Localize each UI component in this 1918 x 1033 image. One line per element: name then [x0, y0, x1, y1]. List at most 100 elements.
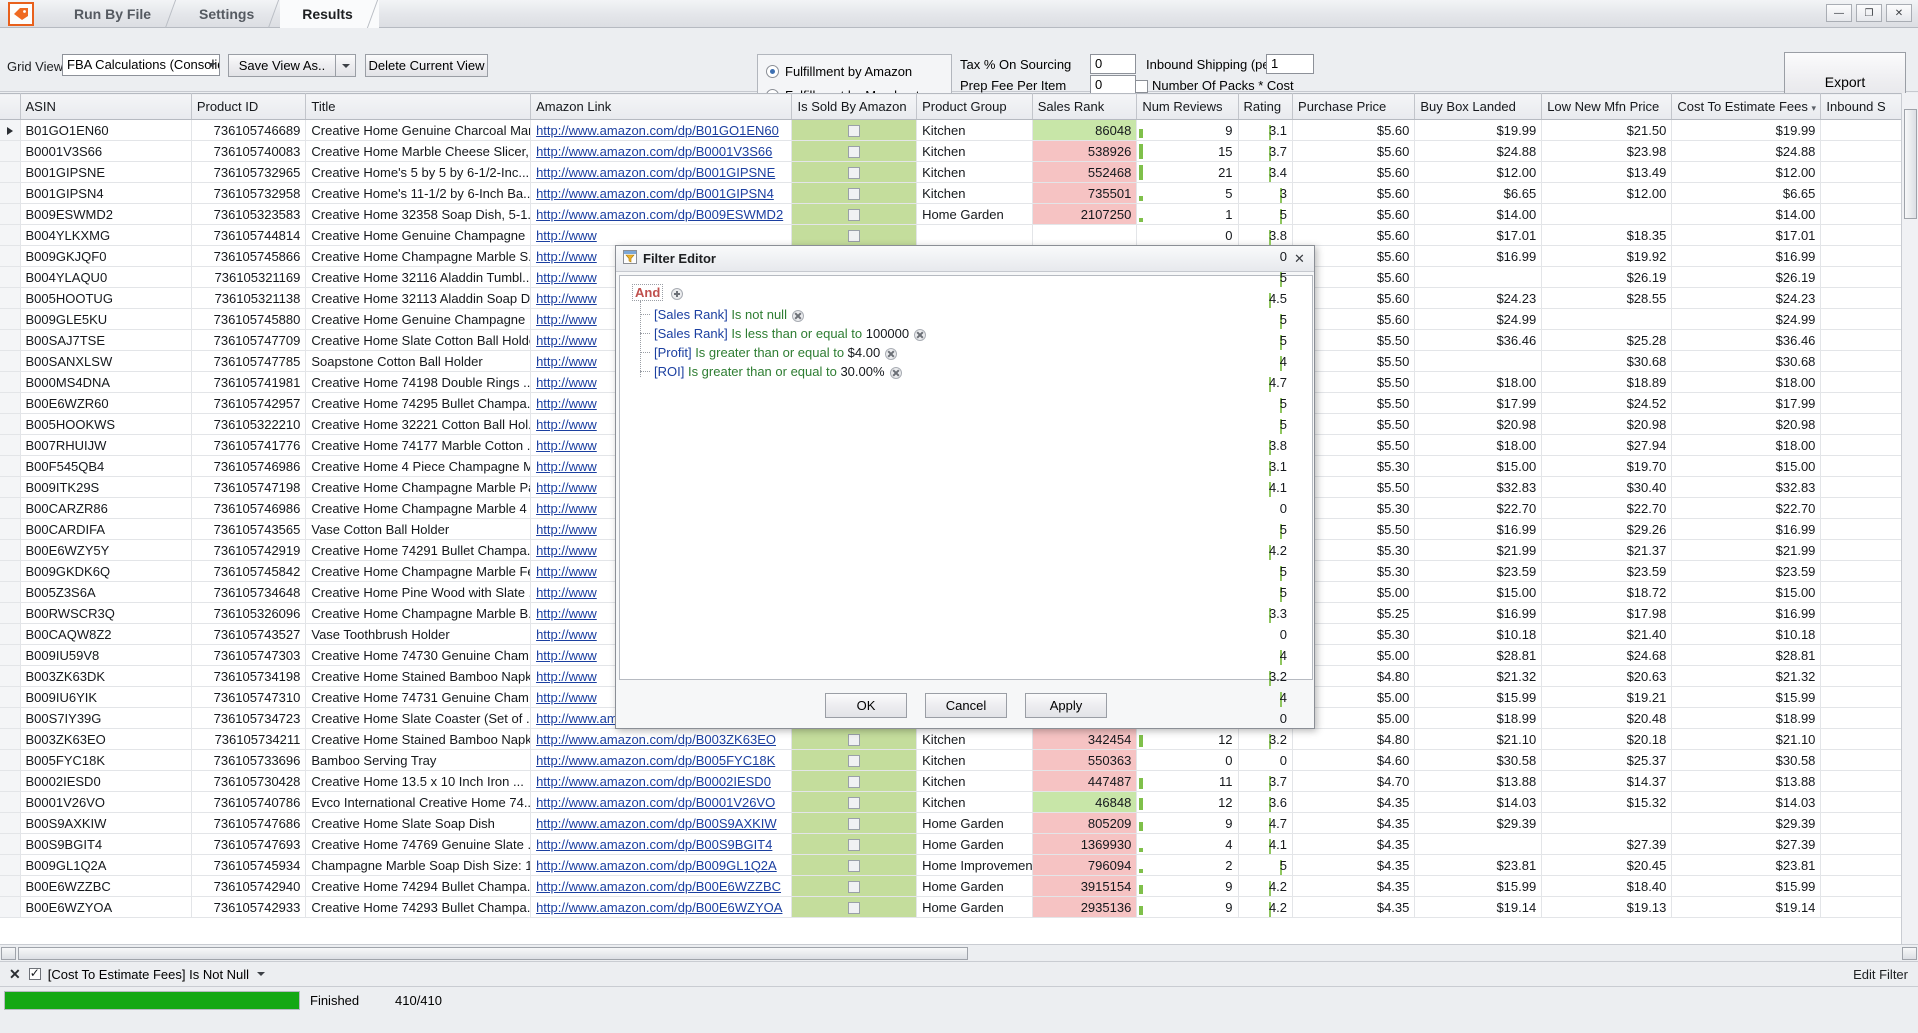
- amazon-link[interactable]: http://www: [536, 291, 597, 306]
- tab-settings[interactable]: Settings: [177, 0, 280, 28]
- amazon-link[interactable]: http://www: [536, 480, 597, 495]
- cell-is-sold-by-amazon[interactable]: [791, 140, 918, 162]
- is-sold-by-amazon-checkbox[interactable]: [848, 797, 861, 810]
- row-indicator[interactable]: [0, 266, 21, 288]
- row-indicator[interactable]: [0, 665, 21, 687]
- cell-amazon-link[interactable]: http://www.amazon.com/dp/B009GL1Q2A: [530, 854, 793, 876]
- row-indicator[interactable]: [0, 245, 21, 267]
- row-indicator[interactable]: [0, 161, 21, 183]
- cell-amazon-link[interactable]: http://www.amazon.com/dp/B00S9AXKIW: [530, 812, 793, 834]
- amazon-link[interactable]: http://www.amazon.com/dp/B005FYC18K: [536, 753, 775, 768]
- radio-fulfillment-by-amazon[interactable]: Fulfillment by Amazon: [766, 64, 912, 79]
- cell-is-sold-by-amazon[interactable]: [791, 770, 918, 792]
- filter-condition[interactable]: [ROI] Is greater than or equal to 30.00%: [640, 362, 1312, 381]
- cell-amazon-link[interactable]: http://www.amazon.com/dp/B001GIPSN4: [530, 182, 793, 204]
- column-header-asin[interactable]: ASIN: [20, 93, 192, 120]
- amazon-link[interactable]: http://www: [536, 564, 597, 579]
- table-row[interactable]: B003ZK63EO 736105734211 Creative Home Stai…: [0, 728, 1918, 750]
- row-indicator[interactable]: [0, 812, 21, 834]
- amazon-link[interactable]: http://www.amazon.com/dp/B009GL1Q2A: [536, 858, 777, 873]
- filter-condition[interactable]: [Sales Rank] Is not null: [640, 305, 1312, 324]
- table-row[interactable]: B0001V3S66 736105740083 Creative Home Marb…: [0, 140, 1918, 162]
- vertical-scrollbar[interactable]: [1901, 93, 1918, 944]
- filter-editor-dialog[interactable]: Filter Editor ✕ And [Sales Rank] Is not …: [615, 245, 1315, 729]
- minimize-button[interactable]: —: [1826, 4, 1852, 22]
- number-of-packs-checkbox[interactable]: [1135, 80, 1148, 93]
- remove-condition-icon[interactable]: [791, 309, 804, 322]
- amazon-link[interactable]: http://www: [536, 606, 597, 621]
- column-header-buy-box-landed[interactable]: Buy Box Landed: [1414, 93, 1543, 120]
- cell-amazon-link[interactable]: http://www.amazon.com/dp/B003ZK63EO: [530, 728, 793, 750]
- column-header-purchase-price[interactable]: Purchase Price: [1292, 93, 1416, 120]
- remove-condition-icon[interactable]: [889, 366, 902, 379]
- scroll-right-button[interactable]: [1902, 947, 1917, 960]
- row-indicator[interactable]: [0, 350, 21, 372]
- row-indicator[interactable]: [0, 896, 21, 918]
- amazon-link[interactable]: http://www: [536, 396, 597, 411]
- dialog-title-bar[interactable]: Filter Editor ✕: [616, 246, 1314, 272]
- amazon-link[interactable]: http://www: [536, 312, 597, 327]
- amazon-link[interactable]: http://www: [536, 438, 597, 453]
- cell-amazon-link[interactable]: http://www.amazon.com/dp/B001GIPSNE: [530, 161, 793, 183]
- vertical-scrollbar-thumb[interactable]: [1904, 109, 1917, 219]
- amazon-link[interactable]: http://www.amazon.com/dp/B001GIPSNE: [536, 165, 775, 180]
- cell-is-sold-by-amazon[interactable]: [791, 812, 918, 834]
- row-indicator[interactable]: [0, 497, 21, 519]
- is-sold-by-amazon-checkbox[interactable]: [848, 839, 861, 852]
- table-row[interactable]: B004YLKXMG 736105744814 Creative Home Genu…: [0, 224, 1918, 246]
- cell-is-sold-by-amazon[interactable]: [791, 833, 918, 855]
- filter-condition[interactable]: [Profit] Is greater than or equal to $4.…: [640, 343, 1312, 362]
- row-indicator[interactable]: [0, 140, 21, 162]
- row-indicator[interactable]: [0, 749, 21, 771]
- row-indicator[interactable]: [0, 224, 21, 246]
- amazon-link[interactable]: http://www: [536, 249, 597, 264]
- cell-amazon-link[interactable]: http://www.amazon.com/dp/B0001V3S66: [530, 140, 793, 162]
- row-indicator[interactable]: [0, 686, 21, 708]
- cell-is-sold-by-amazon[interactable]: [791, 749, 918, 771]
- cell-is-sold-by-amazon[interactable]: [791, 182, 918, 204]
- cell-is-sold-by-amazon[interactable]: [791, 161, 918, 183]
- amazon-link[interactable]: http://www: [536, 690, 597, 705]
- row-indicator[interactable]: [0, 602, 21, 624]
- is-sold-by-amazon-checkbox[interactable]: [848, 209, 861, 222]
- row-indicator[interactable]: [0, 203, 21, 225]
- amazon-link[interactable]: http://www.amazon.com/dp/B009ESWMD2: [536, 207, 783, 222]
- condition-field[interactable]: [ROI]: [654, 364, 684, 379]
- table-row[interactable]: B01GO1EN60 736105746689 Creative Home Genu…: [0, 119, 1918, 141]
- column-header-rating[interactable]: Rating: [1238, 93, 1294, 120]
- amazon-link[interactable]: http://www: [536, 354, 597, 369]
- tax-input[interactable]: 0: [1090, 54, 1136, 74]
- row-indicator[interactable]: [0, 854, 21, 876]
- scroll-left-button[interactable]: [1, 947, 16, 960]
- cell-is-sold-by-amazon[interactable]: [791, 224, 918, 246]
- amazon-link[interactable]: http://www.amazon.com/dp/B01GO1EN60: [536, 123, 779, 138]
- amazon-link[interactable]: http://www: [536, 543, 597, 558]
- dialog-close-button[interactable]: ✕: [1291, 250, 1308, 267]
- amazon-link[interactable]: http://www: [536, 417, 597, 432]
- column-header-amazon-link[interactable]: Amazon Link: [530, 93, 793, 120]
- condition-value[interactable]: 100000: [862, 326, 909, 341]
- column-header-low-new-mfn-price[interactable]: Low New Mfn Price: [1541, 93, 1673, 120]
- row-indicator[interactable]: [0, 707, 21, 729]
- remove-condition-icon[interactable]: [914, 328, 927, 341]
- column-header-sales-rank[interactable]: Sales Rank: [1032, 93, 1138, 120]
- row-indicator[interactable]: [0, 581, 21, 603]
- table-row[interactable]: B00E6WZZBC 736105742940 Creative Home 7429…: [0, 875, 1918, 897]
- delete-current-view-button[interactable]: Delete Current View: [365, 54, 488, 77]
- save-view-dropdown-button[interactable]: [336, 54, 356, 77]
- cell-amazon-link[interactable]: http://www.amazon.com/dp/B00S9BGIT4: [530, 833, 793, 855]
- cell-amazon-link[interactable]: http://www.amazon.com/dp/B00E6WZYOA: [530, 896, 793, 918]
- filter-enabled-checkbox[interactable]: [28, 966, 41, 980]
- is-sold-by-amazon-checkbox[interactable]: [848, 146, 861, 159]
- filter-history-chevron-icon[interactable]: [257, 972, 266, 976]
- condition-value[interactable]: 30.00%: [837, 364, 884, 379]
- filter-group-row[interactable]: And: [632, 284, 1312, 301]
- save-view-as-button[interactable]: Save View As..: [228, 54, 336, 77]
- row-indicator[interactable]: [0, 329, 21, 351]
- row-indicator[interactable]: [0, 182, 21, 204]
- table-row[interactable]: B00S9AXKIW 736105747686 Creative Home Slat…: [0, 812, 1918, 834]
- is-sold-by-amazon-checkbox[interactable]: [848, 125, 861, 138]
- is-sold-by-amazon-checkbox[interactable]: [848, 818, 861, 831]
- amazon-link[interactable]: http://www: [536, 228, 597, 243]
- tab-results[interactable]: Results: [280, 0, 379, 28]
